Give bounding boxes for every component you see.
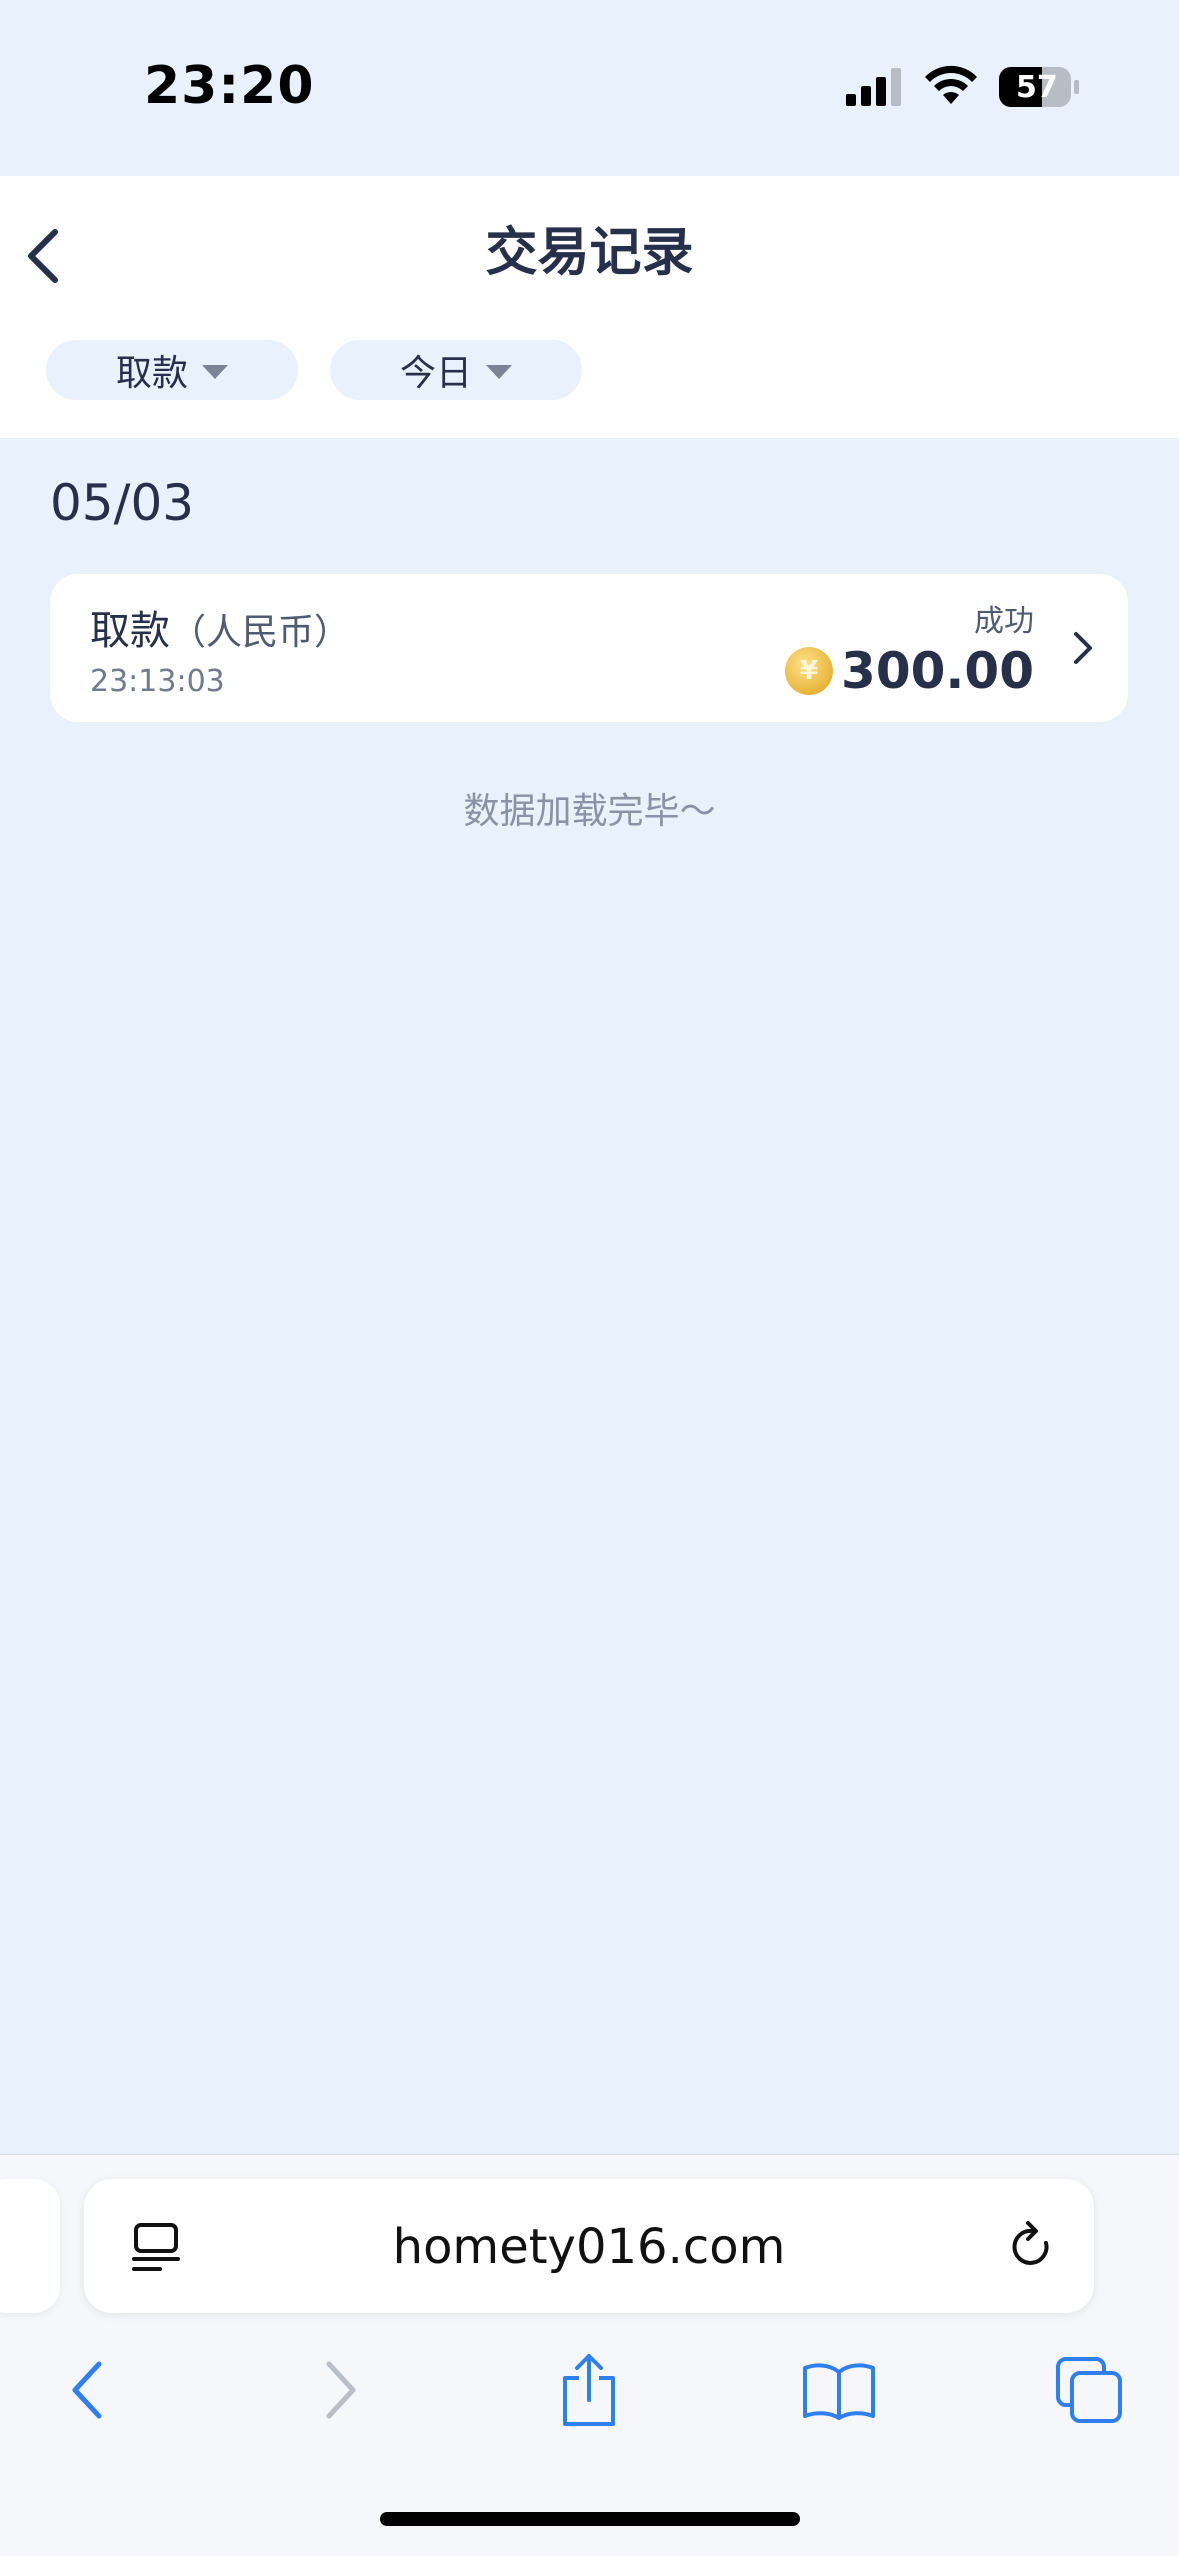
page-title: 交易记录 [485, 223, 694, 283]
page: 23:20 57 交易记录 取款 今日 05/03 取款（人民币） 23:13:… [0, 0, 1179, 2556]
transaction-amount-group: ¥ 300.00 [785, 642, 1034, 700]
browser-toolbar [0, 2345, 1179, 2455]
battery-icon: 57 [998, 66, 1080, 108]
cellular-signal-icon [846, 68, 901, 106]
transaction-time: 23:13:03 [90, 664, 225, 699]
coin-icon: ¥ [785, 647, 834, 695]
address-bar[interactable]: homety016.com [84, 2179, 1094, 2313]
share-icon [563, 2354, 615, 2426]
tabs-icon [1056, 2357, 1122, 2423]
status-bar: 23:20 57 [0, 0, 1179, 176]
filter-type-dropdown[interactable]: 取款 [46, 340, 298, 400]
forward-arrow-icon [326, 2361, 356, 2419]
caret-down-icon [486, 365, 512, 379]
back-arrow-icon [72, 2361, 102, 2419]
home-indicator [380, 2512, 800, 2526]
header: 交易记录 取款 今日 [0, 176, 1179, 438]
transaction-status: 成功 [974, 604, 1034, 639]
filter-type-label: 取款 [115, 353, 188, 394]
transaction-title: 取款（人民币） [90, 598, 350, 656]
previous-tab-preview[interactable] [0, 2179, 60, 2313]
status-time: 23:20 [144, 56, 315, 116]
transaction-row[interactable]: 取款（人民币） 23:13:03 成功 ¥ 300.00 [50, 574, 1128, 722]
coin-symbol: ¥ [800, 656, 819, 686]
browser-back-button[interactable] [42, 2345, 132, 2435]
transaction-currency: （人民币） [170, 612, 351, 653]
book-icon [803, 2363, 875, 2420]
bookmarks-button[interactable] [794, 2345, 884, 2435]
tabs-button[interactable] [1044, 2345, 1134, 2435]
battery-level: 57 [1016, 70, 1058, 105]
share-button[interactable] [544, 2345, 634, 2435]
browser-bottom-bar: homety016.com [0, 2154, 1179, 2556]
transaction-amount: 300.00 [841, 642, 1034, 700]
date-group-label: 05/03 [50, 474, 195, 532]
browser-forward-button[interactable] [296, 2345, 386, 2435]
wifi-icon [925, 65, 977, 104]
filter-date-dropdown[interactable]: 今日 [330, 340, 582, 400]
url-text: homety016.com [392, 2219, 786, 2275]
chevron-right-icon [1074, 632, 1092, 664]
reload-icon[interactable] [1006, 2219, 1058, 2275]
filter-date-label: 今日 [399, 353, 472, 394]
list-end-text: 数据加载完毕～ [463, 791, 716, 832]
transaction-type: 取款 [90, 608, 170, 654]
caret-down-icon [202, 365, 228, 379]
